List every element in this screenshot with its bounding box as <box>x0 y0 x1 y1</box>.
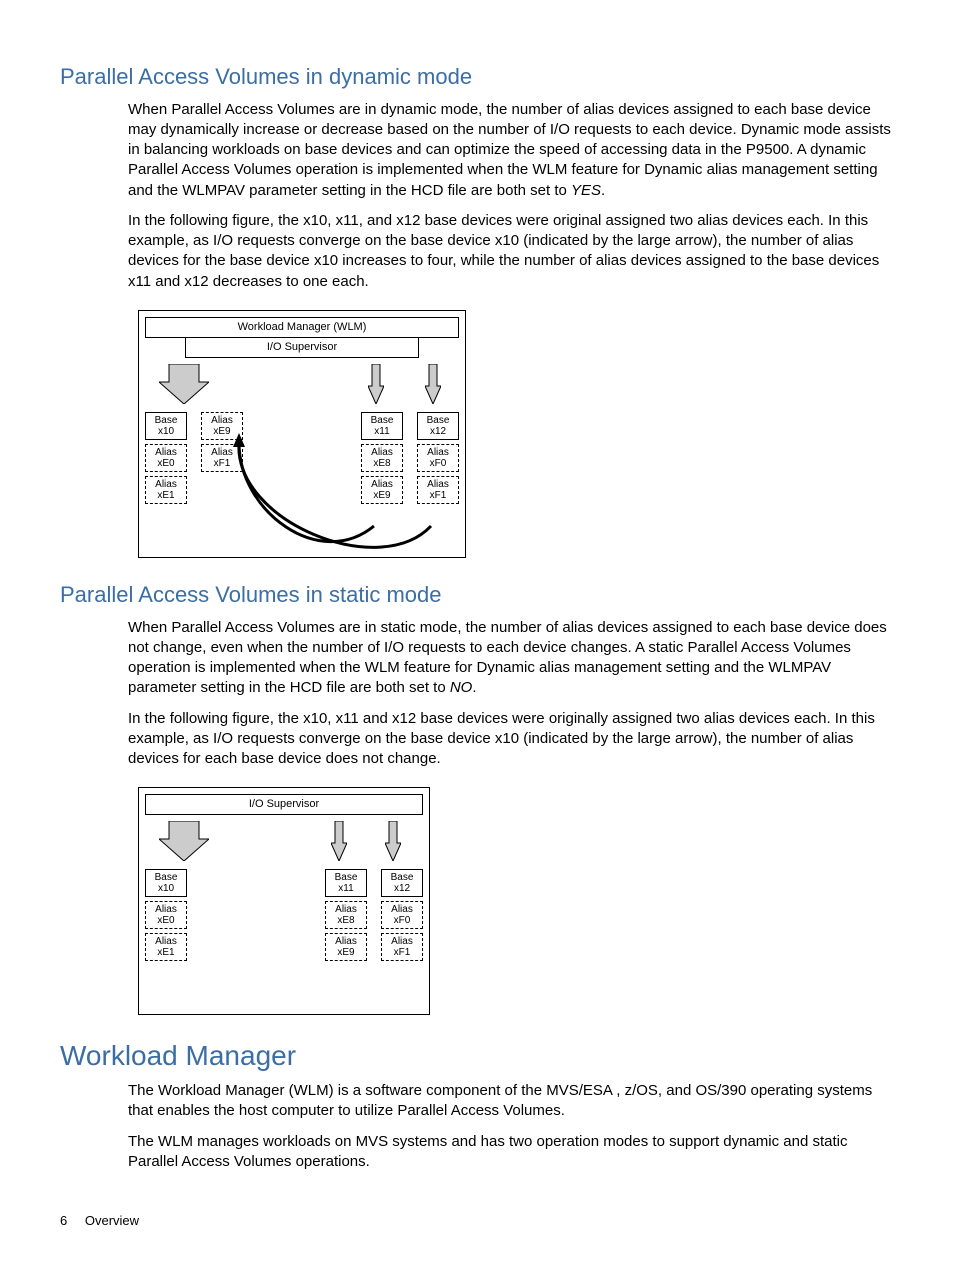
diagram-dynamic: Workload Manager (WLM) I/O Supervisor Ba… <box>138 310 466 558</box>
small-arrow-icon <box>385 821 401 861</box>
page-number: 6 <box>60 1213 67 1228</box>
device-box: AliasxE9 <box>325 933 367 961</box>
device-box: AliasxE1 <box>145 476 187 504</box>
small-arrow-icon <box>368 364 384 404</box>
para-wlm-1: The Workload Manager (WLM) is a software… <box>60 1081 894 1122</box>
heading-wlm: Workload Manager <box>60 1037 894 1075</box>
large-arrow-icon <box>159 821 209 861</box>
device-box: AliasxE0 <box>145 901 187 929</box>
page-footer: 6 Overview <box>60 1212 894 1230</box>
text: . <box>472 679 476 696</box>
para-dynamic-1: When Parallel Access Volumes are in dyna… <box>60 100 894 201</box>
device-box: Basex12 <box>381 869 423 897</box>
large-arrow-icon <box>159 364 209 404</box>
para-static-2: In the following figure, the x10, x11 an… <box>60 709 894 770</box>
device-box: Basex11 <box>361 412 403 440</box>
device-box: AliasxF1 <box>417 476 459 504</box>
para-wlm-2: The WLM manages workloads on MVS systems… <box>60 1132 894 1173</box>
device-box: AliasxE8 <box>325 901 367 929</box>
small-arrow-icon <box>425 364 441 404</box>
emphasis-no: NO <box>450 679 473 696</box>
text: When Parallel Access Volumes are in dyna… <box>128 101 891 199</box>
device-box: Basex10 <box>145 412 187 440</box>
text: . <box>601 182 605 199</box>
emphasis-yes: YES <box>571 182 601 199</box>
device-box: AliasxF0 <box>417 444 459 472</box>
device-box: Basex10 <box>145 869 187 897</box>
heading-static: Parallel Access Volumes in static mode <box>60 580 894 610</box>
device-box: AliasxE0 <box>145 444 187 472</box>
footer-section-title: Overview <box>85 1213 139 1228</box>
device-box: AliasxE8 <box>361 444 403 472</box>
para-dynamic-2: In the following figure, the x10, x11, a… <box>60 211 894 292</box>
para-static-1: When Parallel Access Volumes are in stat… <box>60 618 894 699</box>
diagram1-header: Workload Manager (WLM) <box>145 317 459 338</box>
small-arrow-icon <box>331 821 347 861</box>
device-box: Basex11 <box>325 869 367 897</box>
device-box: Basex12 <box>417 412 459 440</box>
device-box: AliasxE9 <box>201 412 243 440</box>
device-box: AliasxF1 <box>201 444 243 472</box>
heading-dynamic: Parallel Access Volumes in dynamic mode <box>60 62 894 92</box>
device-box: AliasxF1 <box>381 933 423 961</box>
diagram1-subheader: I/O Supervisor <box>185 338 419 358</box>
device-box: AliasxE1 <box>145 933 187 961</box>
text: When Parallel Access Volumes are in stat… <box>128 619 887 697</box>
device-box: AliasxF0 <box>381 901 423 929</box>
diagram-static: I/O Supervisor Basex10 Basex11 Basex12 A… <box>138 787 430 1015</box>
device-box: AliasxE9 <box>361 476 403 504</box>
diagram2-subheader: I/O Supervisor <box>145 794 423 815</box>
